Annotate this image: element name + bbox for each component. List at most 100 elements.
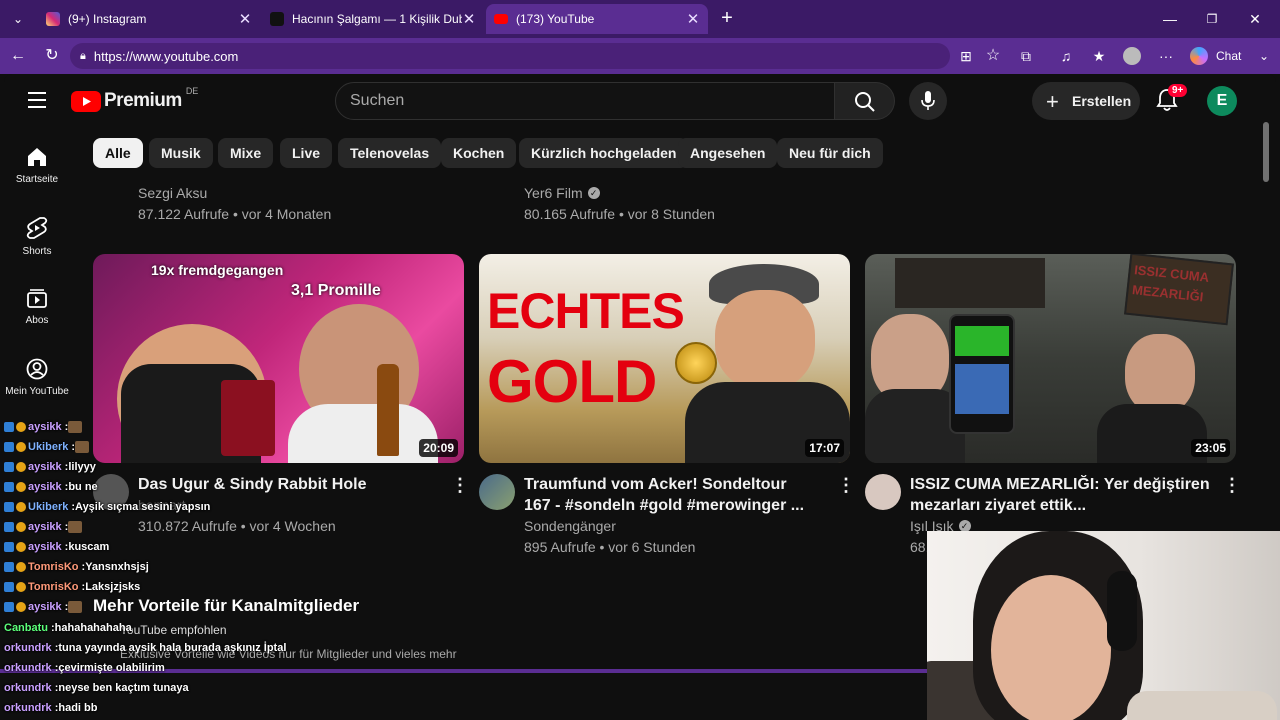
search-placeholder: Suchen	[350, 92, 405, 109]
instagram-icon	[46, 12, 60, 26]
chat-text: Laksjzjsks	[85, 581, 141, 593]
chat-text: Ayşik sıçma sesini yapsın	[75, 501, 211, 513]
chip-mixe[interactable]: Mixe	[218, 138, 274, 168]
promo-title: Mehr Vorteile für Kanalmitglieder	[93, 596, 360, 615]
video-thumbnail[interactable]: ISSIZ CUMA MEZARLIĞI 23:05	[865, 254, 1236, 463]
guide-label: Abos	[25, 315, 49, 326]
tab-youtube[interactable]: (173) YouTube ✕	[486, 4, 708, 34]
tab-list-chevron-icon[interactable]: ⌄	[8, 9, 28, 29]
sidebar-chevron-icon[interactable]: ⌄	[1254, 46, 1274, 66]
chat-message: Canbatu: hahahahahaha	[4, 622, 132, 634]
chat-message: aysikk:	[4, 421, 84, 433]
window-close-icon[interactable]: ✕	[1245, 9, 1265, 29]
guide-shorts[interactable]: Shorts	[4, 216, 70, 257]
moderator-badge-icon	[4, 482, 14, 492]
channel-avatar[interactable]	[865, 474, 901, 510]
video-duration: 23:05	[1191, 439, 1230, 457]
create-button[interactable]: + Erstellen	[1032, 82, 1140, 120]
tab-instagram[interactable]: (9+) Instagram ✕	[38, 4, 260, 34]
video-duration: 20:09	[419, 439, 458, 457]
more-actions-icon[interactable]: ⋮	[451, 475, 469, 496]
chip-angesehen[interactable]: Angesehen	[678, 138, 778, 168]
channel-name[interactable]: Yer6 Film	[524, 185, 583, 201]
voice-search-button[interactable]	[909, 82, 947, 120]
more-menu-icon[interactable]: ···	[1156, 46, 1176, 66]
logo-region: DE	[185, 86, 199, 96]
guide-mein-youtube[interactable]: Mein YouTube	[4, 358, 70, 397]
page-scrollbar[interactable]	[1263, 122, 1269, 182]
search-button[interactable]	[835, 82, 895, 120]
media-icon[interactable]: ♫	[1056, 46, 1076, 66]
video-title[interactable]: Traumfund vom Acker! Sondeltour 167 - #s…	[524, 474, 814, 516]
chat-username: aysikk	[28, 601, 62, 613]
chip-live[interactable]: Live	[280, 138, 333, 168]
webcam-shoulder	[1127, 691, 1277, 720]
chat-username: orkundrk	[4, 662, 52, 674]
emote-icon	[68, 421, 83, 433]
subscriber-badge-icon	[16, 602, 26, 612]
notifications-button[interactable]: 9+	[1156, 84, 1188, 117]
app-available-icon[interactable]: ⊞	[956, 46, 976, 66]
channel-avatar[interactable]	[479, 474, 515, 510]
plus-icon: +	[1046, 89, 1059, 114]
site-info-icon[interactable]: 🔒︎	[80, 50, 86, 63]
chip-alle[interactable]: Alle	[93, 138, 143, 168]
chat-username: TomrisKo	[28, 581, 79, 593]
thumbnail-house	[895, 258, 1045, 308]
shorts-icon	[26, 217, 48, 239]
extensions-icon[interactable]: ⧉	[1016, 46, 1036, 66]
chat-message: aysikk: lilyyy	[4, 461, 96, 473]
reload-icon[interactable]: ↻	[42, 46, 62, 66]
account-circle-icon	[26, 358, 48, 380]
close-tab-icon[interactable]: ✕	[462, 10, 476, 28]
tab-label: (9+) Instagram	[68, 12, 147, 26]
moderator-badge-icon	[4, 502, 14, 512]
more-actions-icon[interactable]: ⋮	[1223, 475, 1241, 496]
chat-message: aysikk:	[4, 601, 84, 613]
new-tab-icon[interactable]: +	[717, 8, 737, 28]
close-tab-icon[interactable]: ✕	[238, 10, 252, 28]
close-tab-icon[interactable]: ✕	[686, 10, 700, 28]
channel-name[interactable]: Sondengänger	[524, 518, 616, 534]
youtube-logo[interactable]: Premium DE	[71, 86, 198, 112]
home-icon	[28, 148, 46, 166]
chat-message: orkundrk: neyse ben kaçtım tunaya	[4, 682, 189, 694]
minimize-icon[interactable]: —	[1160, 9, 1180, 29]
subscriber-badge-icon	[16, 482, 26, 492]
moderator-badge-icon	[4, 562, 14, 572]
chat-label: Chat	[1216, 49, 1242, 63]
chip-kuerzlich[interactable]: Kürzlich hochgeladen	[519, 138, 689, 168]
chip-musik[interactable]: Musik	[149, 138, 213, 168]
site-favicon-icon	[270, 12, 284, 26]
chip-neu-fuer-dich[interactable]: Neu für dich	[777, 138, 883, 168]
guide-abos[interactable]: Abos	[4, 287, 70, 326]
restore-icon[interactable]: ❐	[1202, 9, 1222, 29]
video-thumbnail[interactable]: ECHTES GOLD 17:07	[479, 254, 850, 463]
address-bar[interactable]: 🔒︎ https://www.youtube.com	[70, 43, 950, 69]
thumbnail-person	[1125, 334, 1195, 414]
copilot-chat-button[interactable]: Chat	[1190, 46, 1241, 66]
tab-dublaj[interactable]: Hacının Şalgamı — 1 Kişilik Dublaj ✕	[262, 4, 484, 34]
video-thumbnail[interactable]: 19x fremdgegangen 3,1 Promille 20:09	[93, 254, 464, 463]
account-avatar[interactable]: E	[1207, 86, 1237, 116]
profile-icon[interactable]	[1122, 46, 1142, 66]
chip-kochen[interactable]: Kochen	[441, 138, 517, 168]
hamburger-menu-icon[interactable]	[28, 92, 46, 113]
more-actions-icon[interactable]: ⋮	[837, 475, 855, 496]
chip-telenovelas[interactable]: Telenovelas	[338, 138, 442, 168]
favorites-icon[interactable]: ★	[1089, 46, 1109, 66]
masthead: Premium DE Suchen + Erstellen 9+ E	[4, 74, 1276, 128]
chat-message: aysikk:	[4, 521, 84, 533]
channel-name[interactable]: Sezgi Aksu	[138, 185, 207, 201]
chat-username: orkundrk	[4, 702, 52, 714]
search-input[interactable]: Suchen	[335, 82, 835, 120]
video-title[interactable]: ISSIZ CUMA MEZARLIĞI: Yer değiştiren mez…	[910, 474, 1210, 516]
chat-username: Ukiberk	[28, 501, 69, 513]
guide-home[interactable]: Startseite	[4, 146, 70, 185]
emote-icon	[75, 441, 90, 453]
video-title[interactable]: Das Ugur & Sindy Rabbit Hole	[138, 474, 438, 495]
microphone-icon	[921, 91, 935, 110]
favorite-star-icon[interactable]: ☆	[983, 46, 1003, 66]
back-icon[interactable]: ←	[8, 46, 28, 66]
moderator-badge-icon	[4, 422, 14, 432]
